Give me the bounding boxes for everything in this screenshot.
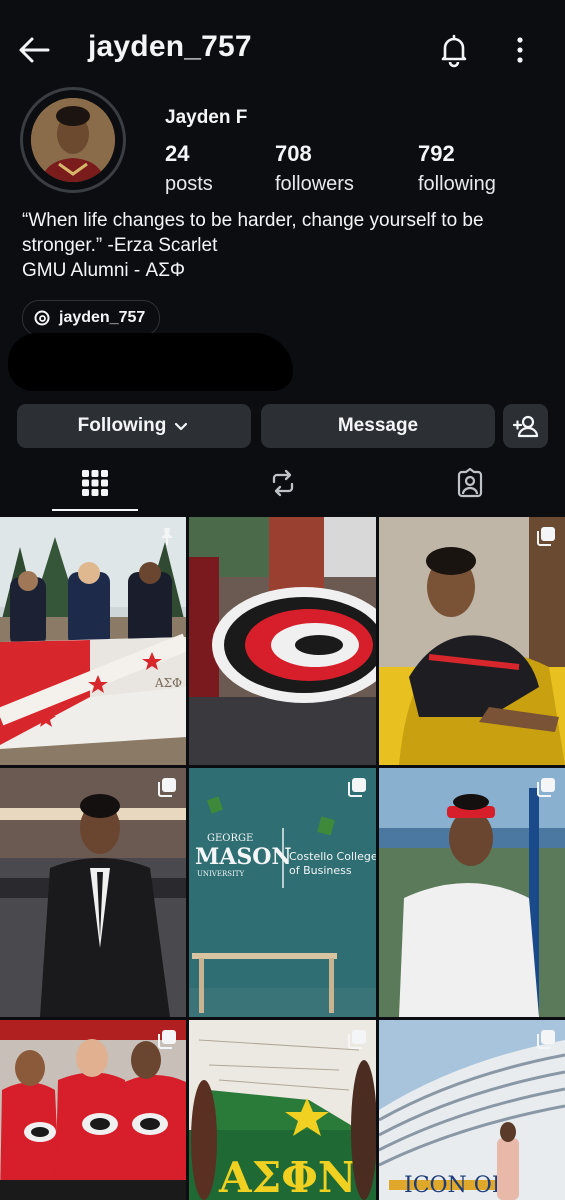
posts-stat[interactable]: 24 posts — [165, 141, 213, 196]
following-button[interactable]: Following — [17, 404, 251, 448]
multi-photo-icon — [537, 527, 555, 546]
post-thumbnail[interactable] — [379, 517, 565, 765]
following-button-label: Following — [77, 415, 167, 436]
bio-line: stronger.” -Erza Scarlet — [22, 235, 218, 256]
gmu-college-text: Costello College — [289, 850, 376, 863]
post-thumbnail[interactable]: GEORGE MASON UNIVERSITY Costello College… — [189, 768, 376, 1017]
gmu-business-text: of Business — [289, 864, 352, 877]
post-thumbnail[interactable]: AΣΦN — [189, 1020, 376, 1200]
top-bar: jayden_757 — [0, 0, 565, 100]
add-person-button[interactable] — [503, 404, 548, 448]
following-stat[interactable]: 792 following — [418, 141, 496, 196]
multi-photo-icon — [537, 778, 555, 797]
svg-text:ΑΣΦ: ΑΣΦ — [154, 676, 182, 690]
post-thumbnail[interactable] — [0, 1020, 186, 1200]
threads-icon — [34, 310, 50, 326]
person-add-icon — [512, 415, 538, 438]
bio-line: GMU Alumni - ΑΣΦ — [22, 260, 186, 281]
post-thumbnail[interactable] — [189, 517, 376, 765]
gmu-george-text: GEORGE — [207, 833, 253, 844]
profile-tabs — [0, 455, 565, 511]
bio-line: “When life changes to be harder, change … — [22, 210, 484, 231]
tagged-icon — [457, 467, 483, 498]
followers-stat[interactable]: 708 followers — [275, 141, 354, 196]
following-count: 792 — [418, 141, 455, 166]
display-name: Jayden F — [165, 107, 248, 128]
multi-photo-icon — [158, 1030, 176, 1049]
avatar[interactable] — [31, 98, 115, 182]
active-tab-indicator — [52, 509, 138, 511]
following-label: following — [418, 173, 496, 195]
posts-count: 24 — [165, 141, 190, 166]
gmu-mason-text: MASON — [195, 844, 292, 870]
repost-icon — [272, 469, 294, 497]
grid-icon — [82, 470, 108, 496]
pin-icon — [161, 528, 173, 545]
bell-icon[interactable] — [434, 30, 474, 70]
multi-photo-icon — [348, 778, 366, 797]
message-button[interactable]: Message — [261, 404, 495, 448]
ship-name-text: ICON OF — [404, 1173, 507, 1198]
bio: “When life changes to be harder, change … — [22, 208, 542, 283]
profile-username-title: jayden_757 — [88, 30, 252, 63]
multi-photo-icon — [158, 778, 176, 797]
more-vertical-icon[interactable] — [505, 30, 535, 70]
gmu-university-text: UNIVERSITY — [197, 870, 244, 878]
post-thumbnail[interactable] — [0, 768, 186, 1017]
followers-label: followers — [275, 173, 354, 195]
multi-photo-icon — [537, 1030, 555, 1049]
post-grid: ΑΣΦ GEORGE MASON UNIVERSITY Costello Col… — [0, 517, 565, 1200]
post-thumbnail[interactable]: ICON OF — [379, 1020, 565, 1200]
post-thumbnail[interactable]: ΑΣΦ — [0, 517, 186, 765]
redacted-link — [8, 333, 293, 391]
threads-badge[interactable]: jayden_757 — [22, 300, 161, 336]
banner-letters-text: AΣΦN — [218, 1153, 356, 1200]
multi-photo-icon — [348, 1030, 366, 1049]
tab-tagged[interactable] — [450, 463, 490, 503]
message-button-label: Message — [337, 415, 419, 436]
post-thumbnail[interactable] — [379, 768, 565, 1017]
chevron-down-icon — [175, 422, 188, 431]
tab-reposts[interactable] — [263, 463, 303, 503]
tab-posts-grid[interactable] — [75, 463, 115, 503]
threads-handle: jayden_757 — [59, 309, 146, 326]
back-arrow-icon[interactable] — [14, 30, 54, 70]
followers-count: 708 — [275, 141, 312, 166]
posts-label: posts — [165, 173, 213, 195]
